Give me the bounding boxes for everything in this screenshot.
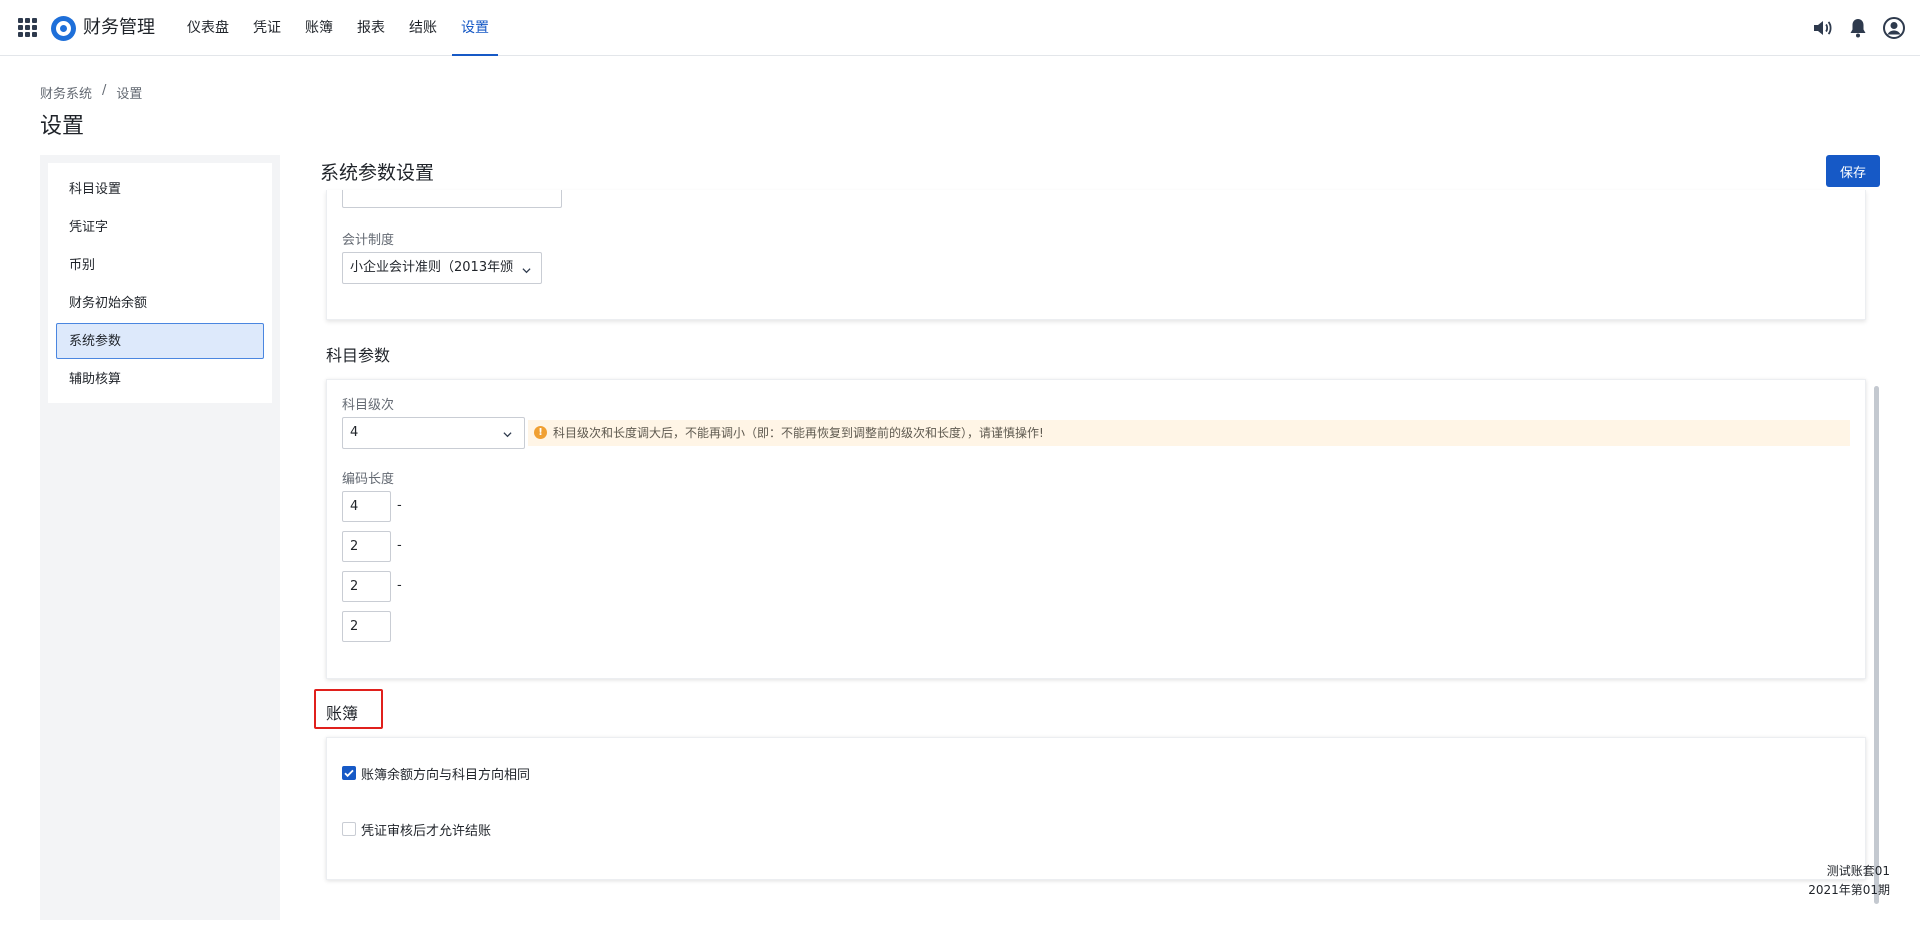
code-length-input-1[interactable]: 4 [342, 491, 391, 522]
chevron-down-icon [503, 432, 512, 438]
warning-text: 科目级次和长度调大后，不能再调小（即：不能再恢复到调整前的级次和长度），请谨慎操… [553, 426, 1044, 440]
main-nav: 仪表盘 凭证 账簿 报表 结账 设置 [178, 0, 504, 56]
breadcrumb-current: 设置 [116, 87, 143, 102]
sidebar-menu: 科目设置 凭证字 币别 财务初始余额 系统参数 辅助核算 [48, 163, 272, 403]
nav-dashboard[interactable]: 仪表盘 [178, 0, 238, 56]
accounting-system-select[interactable]: 小企业会计准则（2013年颁 [342, 252, 542, 284]
section-header-title: 系统参数设置 [320, 162, 435, 184]
sidebar-item-currency[interactable]: 币别 [56, 247, 264, 283]
subject-level-label: 科目级次 [342, 398, 395, 413]
nav-closing[interactable]: 结账 [400, 0, 446, 56]
ledger-card [326, 737, 1866, 880]
nav-voucher[interactable]: 凭证 [244, 0, 290, 56]
scrolled-input-remnant [342, 190, 562, 208]
accounting-system-value: 小企业会计准则（2013年颁 [350, 260, 514, 275]
ledger-balance-direction-label[interactable]: 账簿余额方向与科目方向相同 [361, 764, 530, 783]
breadcrumb-root[interactable]: 财务系统 [40, 83, 92, 102]
ledger-section-title: 账簿 [326, 704, 359, 723]
app-logo-icon [51, 16, 76, 41]
sidebar-item-voucher-word[interactable]: 凭证字 [56, 209, 264, 245]
basic-settings-card [326, 190, 1866, 320]
code-length-separator: - [397, 498, 402, 513]
user-avatar-icon[interactable] [1882, 16, 1906, 40]
save-button[interactable]: 保存 [1826, 155, 1880, 187]
breadcrumb: 财务系统 / 设置 [40, 83, 142, 102]
app-title: 财务管理 [83, 17, 155, 38]
top-icons [1810, 16, 1906, 40]
subject-level-value: 4 [350, 425, 359, 440]
sidebar-item-auxiliary[interactable]: 辅助核算 [56, 361, 264, 397]
subject-params-title: 科目参数 [326, 346, 391, 365]
code-length-input-3[interactable]: 2 [342, 571, 391, 602]
bell-icon[interactable] [1846, 16, 1870, 40]
code-length-label: 编码长度 [342, 472, 395, 487]
warning-icon: ! [534, 426, 547, 439]
accounting-period: 2021年第01期 [1808, 883, 1890, 897]
subject-level-warning: ! 科目级次和长度调大后，不能再调小（即：不能再恢复到调整前的级次和长度），请谨… [528, 420, 1850, 446]
sidebar-item-initial-balance[interactable]: 财务初始余额 [56, 285, 264, 321]
sidebar-panel: 科目设置 凭证字 币别 财务初始余额 系统参数 辅助核算 [40, 155, 280, 920]
code-length-separator: - [397, 578, 402, 593]
top-navbar: 财务管理 仪表盘 凭证 账簿 报表 结账 设置 [0, 0, 1920, 56]
audit-before-closing-checkbox[interactable] [342, 822, 356, 836]
audit-before-closing-label[interactable]: 凭证审核后才允许结账 [361, 820, 491, 839]
content-scrollbar[interactable] [1874, 386, 1879, 904]
checkmark-icon [344, 769, 354, 778]
sidebar-item-subject-settings[interactable]: 科目设置 [56, 171, 264, 207]
apps-grid-icon[interactable] [18, 18, 38, 38]
accounting-system-label: 会计制度 [342, 233, 395, 248]
sidebar-item-system-params[interactable]: 系统参数 [56, 323, 264, 359]
breadcrumb-separator: / [102, 83, 107, 98]
account-set-name: 测试账套01 [1826, 864, 1890, 878]
page-title: 设置 [40, 114, 85, 139]
code-length-input-4[interactable]: 2 [342, 611, 391, 642]
nav-ledger[interactable]: 账簿 [296, 0, 342, 56]
account-period-info: 测试账套01 2021年第01期 [1808, 862, 1890, 900]
speaker-icon[interactable] [1810, 16, 1834, 40]
subject-level-select[interactable]: 4 [342, 417, 525, 449]
nav-report[interactable]: 报表 [348, 0, 394, 56]
code-length-separator: - [397, 538, 402, 553]
nav-settings[interactable]: 设置 [452, 0, 498, 56]
chevron-down-icon [522, 268, 531, 274]
ledger-balance-direction-checkbox[interactable] [342, 766, 356, 780]
code-length-input-2[interactable]: 2 [342, 531, 391, 562]
